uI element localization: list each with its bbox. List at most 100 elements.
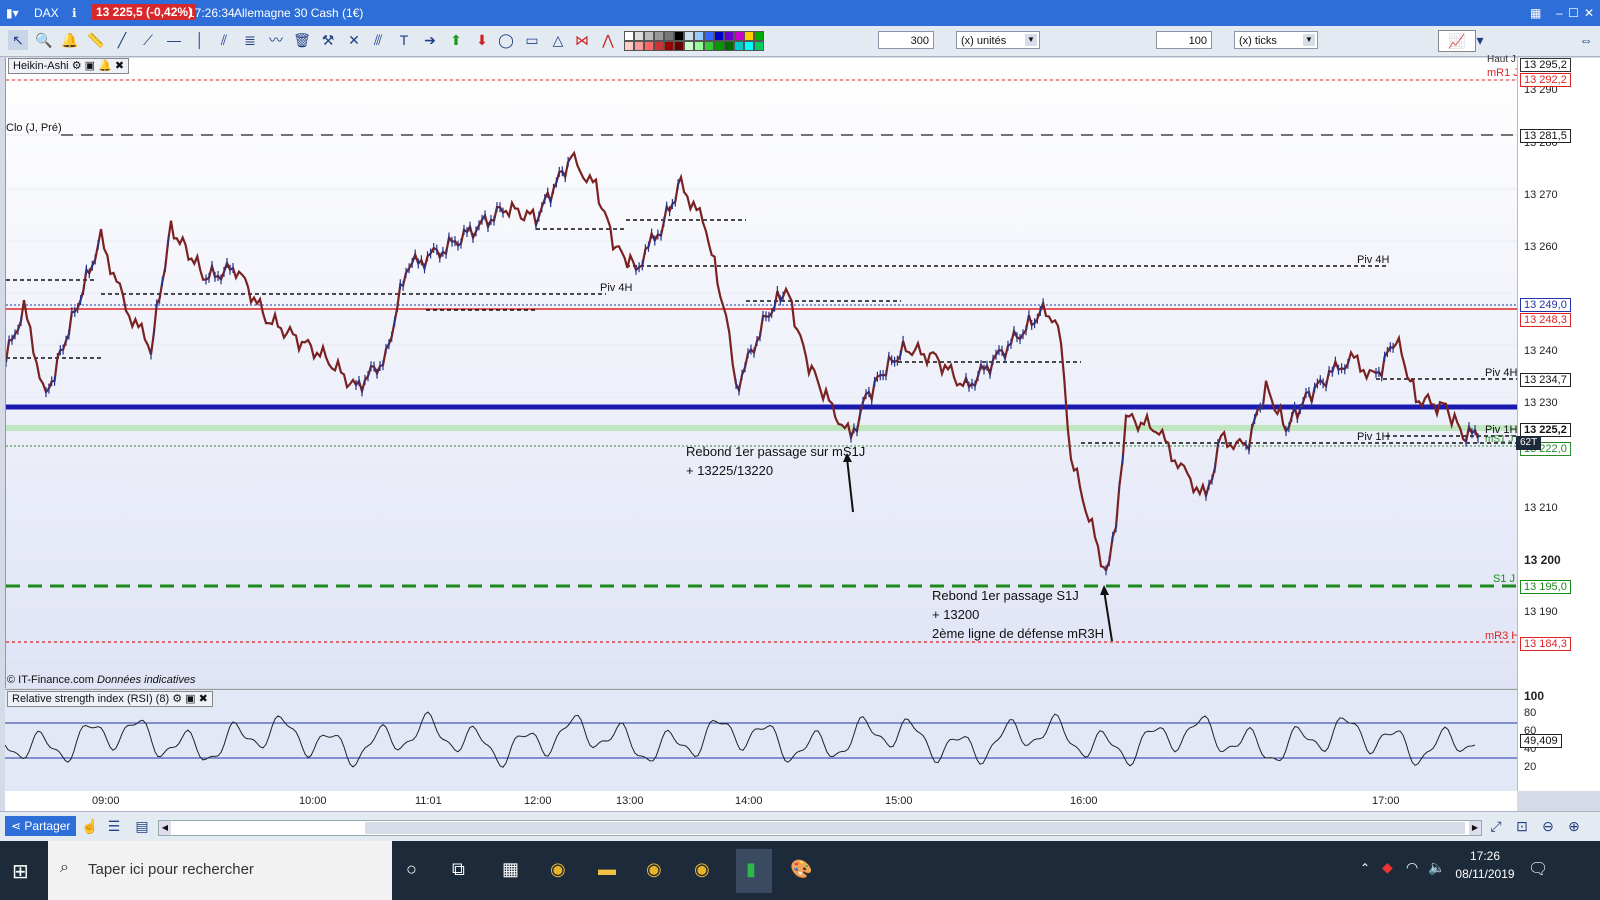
wrench-icon[interactable]: ⚙ [72, 60, 82, 72]
buy-arrow-icon[interactable]: ⬆ [446, 30, 466, 50]
x-tick: 12:00 [524, 795, 552, 807]
scroll-left-icon[interactable]: ◀ [159, 821, 171, 835]
zoom-icon[interactable]: 🔍 [34, 30, 54, 50]
taskbar-search-box[interactable]: ⌕ Taper ici pour rechercher [48, 841, 392, 900]
color-palette[interactable] [624, 31, 774, 51]
price-axis[interactable]: 13 290 13 280 13 270 13 260 13 240 13 23… [1516, 58, 1600, 791]
calculator-icon[interactable]: ▦ [502, 859, 519, 880]
units-spinner[interactable]: 300 [878, 31, 934, 49]
time-axis[interactable]: 09:00 10:00 11:01 12:00 13:00 14:00 15:0… [5, 791, 1517, 811]
sell-arrow-icon[interactable]: ⬇ [472, 30, 492, 50]
horizontal-scrollbar[interactable]: ◀ ▶ [158, 820, 1482, 836]
list-icon[interactable]: ☰ [104, 816, 124, 836]
rectangle-tool-icon[interactable]: ▭ [522, 30, 542, 50]
rsi-header[interactable]: Relative strength index (RSI) (8) ⚙ ▣ ✖ [7, 691, 213, 707]
vertical-line-icon[interactable]: │ [190, 30, 210, 50]
antivirus-icon[interactable]: ◆ [1382, 859, 1393, 876]
notifications-icon[interactable]: 🗨 [1528, 859, 1548, 879]
chevron-down-icon[interactable]: ▾ [1474, 30, 1486, 50]
close-icon[interactable]: ✖ [196, 693, 208, 705]
arrow-right-icon[interactable]: ➔ [420, 30, 440, 50]
ticks-select[interactable]: (x) ticks ▼ [1234, 31, 1318, 49]
chrome-icon[interactable]: ◉ [550, 859, 566, 880]
haut-value-box: 13 295,2 [1520, 58, 1571, 72]
task-view-icon[interactable]: ⧉ [452, 859, 465, 880]
channel-tool-icon[interactable]: ⫽ [214, 30, 234, 50]
fibonacci-icon[interactable]: ≣ [240, 30, 260, 50]
annotation-1-line2: + 13225/13220 [686, 463, 774, 478]
trading-app-button[interactable]: ▮ [736, 849, 772, 893]
chrome-icon[interactable]: ◉ [646, 859, 662, 880]
file-explorer-icon[interactable]: ▬ [598, 859, 616, 880]
rsi-label: Relative strength index (RSI) (8) [12, 693, 170, 705]
expand-icon[interactable]: ⇔ [1576, 30, 1596, 50]
minimize-button[interactable]: – [1556, 6, 1563, 20]
units-select[interactable]: (x) unités ▼ [956, 31, 1040, 49]
info-icon[interactable]: ℹ [72, 6, 77, 20]
chart-type-icon[interactable]: 📈 [1438, 30, 1476, 52]
zigzag-tool-icon[interactable]: ⋀ [598, 30, 618, 50]
y-tick: 13 260 [1524, 241, 1558, 253]
search-icon: ⌕ [60, 859, 69, 876]
grid-icon[interactable]: ▤ [132, 816, 152, 836]
fit-chart-icon[interactable]: ⤢ [1486, 816, 1506, 836]
scroll-thumb[interactable] [365, 822, 1465, 834]
maximize-button[interactable]: ☐ [1568, 6, 1579, 20]
ticks-spinner[interactable]: 100 [1156, 31, 1212, 49]
zoom-area-icon[interactable]: ⊡ [1512, 816, 1532, 836]
scroll-right-icon[interactable]: ▶ [1469, 821, 1481, 835]
tray-expand-icon[interactable]: ⌃ [1360, 861, 1370, 875]
hand-icon[interactable]: ☝ [80, 816, 100, 836]
pointer-icon[interactable]: ↖ [8, 30, 28, 50]
units-select-label: (x) unités [961, 35, 1007, 47]
x-tick: 10:00 [299, 795, 327, 807]
close-button[interactable]: ✕ [1584, 6, 1594, 20]
mr1-value-box: 13 292,2 [1520, 73, 1571, 87]
text-tool-icon[interactable]: T [394, 30, 414, 50]
piv4h-top-value-box: 13 249,0 [1520, 298, 1571, 312]
share-button[interactable]: ⋖ Partager [5, 816, 77, 836]
window-icon[interactable]: ▣ [82, 60, 95, 72]
y-tick: 13 190 [1524, 606, 1558, 618]
wifi-icon[interactable]: ◠ [1406, 859, 1418, 876]
ellipse-tool-icon[interactable]: ◯ [496, 30, 516, 50]
rsi-panel[interactable]: Relative strength index (RSI) (8) ⚙ ▣ ✖ [5, 689, 1517, 792]
zoom-in-icon[interactable]: ⊕ [1564, 816, 1584, 836]
line-tool-icon[interactable]: ╱ [112, 30, 132, 50]
horizontal-line-icon[interactable]: — [164, 30, 184, 50]
wave-tool-icon[interactable]: 〰 [266, 30, 286, 50]
cross-tool-icon[interactable]: ✕ [344, 30, 364, 50]
paint-icon[interactable]: 🎨 [790, 859, 812, 880]
settings-tools-icon[interactable]: ⚒ [318, 30, 338, 50]
ray-tool-icon[interactable]: ⟋ [138, 30, 158, 50]
ruler-icon[interactable]: 📏 [86, 30, 106, 50]
zoom-out-icon[interactable]: ⊖ [1538, 816, 1558, 836]
study-header[interactable]: Heikin-Ashi ⚙ ▣ 🔔 ✖ [8, 58, 130, 74]
chart-bottom-bar: ⋖ Partager ☝ ☰ ▤ ◀ ▶ ⤢ ⊡ ⊖ ⊕ [0, 811, 1600, 842]
annotation-arrow-2 [1103, 589, 1113, 642]
current-price-box: 13 225,2 [1520, 423, 1571, 437]
pattern-tool-icon[interactable]: ⋈ [572, 30, 592, 50]
haut-label: Haut J [1487, 54, 1516, 65]
window-icon[interactable]: ▣ [182, 693, 195, 705]
price-chart[interactable]: Heikin-Ashi ⚙ ▣ 🔔 ✖ Clo (J, Pré) Piv 4H … [5, 54, 1519, 688]
menu-icon[interactable]: ▮▾ [6, 6, 19, 20]
trash-icon[interactable]: 🗑 [292, 30, 312, 50]
cortana-icon[interactable]: ○ [406, 859, 417, 880]
s1j-label: S1 J [1493, 573, 1516, 585]
volume-icon[interactable]: 🔈 [1428, 859, 1445, 876]
heikin-ashi-series [6, 150, 1480, 573]
rsi-line [5, 711, 1476, 768]
share-icon: ⋖ [11, 819, 25, 833]
triangle-tool-icon[interactable]: △ [548, 30, 568, 50]
keyboard-icon[interactable]: ▦ [1530, 6, 1541, 20]
x-tick: 09:00 [92, 795, 120, 807]
bell-icon[interactable]: 🔔 [95, 60, 112, 72]
taskbar-clock[interactable]: 17:26 08/11/2019 [1452, 847, 1518, 883]
close-icon[interactable]: ✖ [112, 60, 124, 72]
wrench-icon[interactable]: ⚙ [172, 693, 182, 705]
windows-start-icon[interactable]: ⊞ [12, 859, 29, 884]
alert-bell-icon[interactable]: 🔔 [60, 30, 80, 50]
chrome-icon[interactable]: ◉ [694, 859, 710, 880]
multi-line-icon[interactable]: ⫻ [368, 30, 388, 50]
